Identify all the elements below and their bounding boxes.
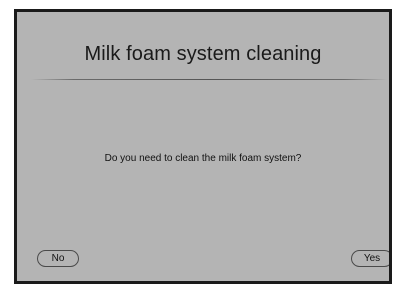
- no-button[interactable]: No: [37, 250, 79, 267]
- title-divider: [31, 79, 387, 80]
- dialog-screen: Milk foam system cleaning Do you need to…: [14, 9, 392, 284]
- dialog-title: Milk foam system cleaning: [84, 43, 322, 65]
- yes-button[interactable]: Yes: [351, 250, 389, 267]
- dialog-message: Do you need to clean the milk foam syste…: [104, 153, 302, 164]
